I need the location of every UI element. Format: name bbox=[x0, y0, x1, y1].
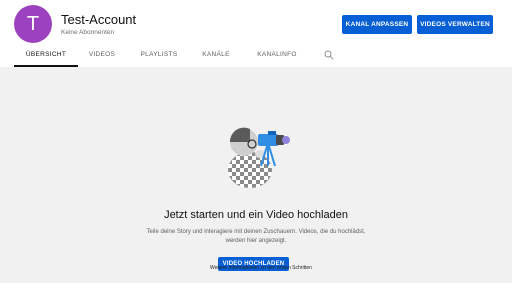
tab-overview[interactable]: ÜBERSICHT bbox=[14, 43, 78, 67]
learn-more-link[interactable]: Weitere Informationen zu den ersten Schr… bbox=[210, 265, 312, 271]
tab-channels[interactable]: KANÄLE bbox=[198, 43, 234, 67]
tab-about[interactable]: KANALINFO bbox=[252, 43, 302, 67]
subscriber-count: Keine Abonnenten bbox=[61, 29, 115, 36]
search-icon[interactable] bbox=[324, 50, 334, 60]
tab-videos[interactable]: VIDEOS bbox=[84, 43, 120, 67]
empty-state-title: Jetzt starten und ein Video hochladen bbox=[164, 209, 348, 221]
channel-name: Test-Account bbox=[61, 12, 137, 27]
avatar[interactable]: T bbox=[14, 5, 52, 43]
empty-state-description: Teile deine Story und interagiere mit de… bbox=[146, 229, 366, 244]
tab-playlists[interactable]: PLAYLISTS bbox=[136, 43, 182, 67]
camera-operator-illustration bbox=[228, 127, 290, 188]
manage-videos-button[interactable]: VIDEOS VERWALTEN bbox=[417, 15, 493, 34]
channel-tabs: ÜBERSICHT VIDEOS PLAYLISTS KANÄLE KANALI… bbox=[0, 43, 512, 67]
channel-header: T Test-Account Keine Abonnenten KANAL AN… bbox=[0, 0, 512, 67]
customize-channel-button[interactable]: KANAL ANPASSEN bbox=[342, 15, 412, 34]
